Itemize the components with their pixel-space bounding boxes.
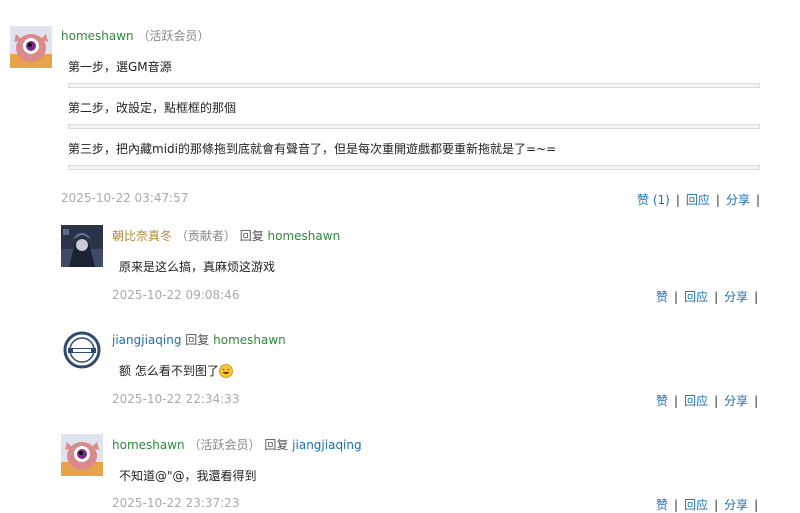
share-button[interactable]: 分享	[724, 290, 748, 304]
username-link[interactable]: jiangjiaqing	[112, 333, 181, 347]
reply-label: 回复	[264, 438, 289, 452]
avatar[interactable]	[10, 26, 52, 68]
like-label: 赞	[637, 193, 650, 207]
anime-character-avatar-icon	[61, 225, 103, 267]
image-placeholder	[68, 165, 760, 170]
username-link[interactable]: homeshawn	[61, 29, 134, 43]
comment-text-line: 第三步，把內藏midi的那條拖到底就會有聲音了，但是每次重開遊戲都要重新拖就是了…	[68, 142, 557, 156]
reply-to-username-link[interactable]: homeshawn	[268, 229, 341, 243]
pink-monster-avatar-icon	[10, 26, 52, 68]
comment-text-line: 第一步，選GM音源	[68, 60, 172, 74]
like-count: (1)	[652, 193, 670, 207]
like-button[interactable]: 赞	[656, 394, 668, 408]
reply-button[interactable]: 回应	[684, 290, 708, 304]
comment-text-content: 额 怎么看不到图了	[119, 364, 219, 378]
avatar[interactable]	[61, 329, 103, 371]
comment-text: 原来是这么搞，真麻烦这游戏	[119, 260, 276, 274]
username-link[interactable]: 朝比奈真冬	[112, 229, 172, 243]
pink-monster-avatar-icon	[61, 434, 103, 476]
comment-text: 不知道@"@，我還看得到	[119, 469, 257, 483]
reply-button[interactable]: 回应	[684, 394, 708, 408]
image-placeholder	[68, 83, 760, 88]
comment-text-line: 第二步，改設定，點框框的那個	[68, 101, 237, 115]
comment-date: 2025-10-22 09:08:46	[112, 288, 240, 302]
image-placeholder	[68, 124, 760, 129]
share-button[interactable]: 分享	[726, 193, 750, 207]
comment-date: 2025-10-22 22:34:33	[112, 392, 240, 406]
reply-to-username-link[interactable]: jiangjiaqing	[292, 438, 361, 452]
avatar[interactable]	[61, 225, 103, 267]
reply-label: 回复	[185, 333, 210, 347]
avatar[interactable]	[61, 434, 103, 476]
comment-actions: 赞 | 回应 | 分享 |	[656, 394, 759, 408]
like-button[interactable]: 赞	[656, 498, 668, 512]
user-role: （活跃会员）	[188, 438, 261, 452]
comment-header: homeshawn （活跃会员） 回复 jiangjiaqing	[112, 436, 362, 453]
comment-header: jiangjiaqing 回复 homeshawn	[112, 331, 286, 348]
reply-to-username-link[interactable]: homeshawn	[213, 333, 286, 347]
comment-date: 2025-10-22 03:47:57	[61, 191, 189, 205]
comment-actions: 赞 (1) | 回应 | 分享 |	[637, 193, 761, 207]
share-button[interactable]: 分享	[724, 498, 748, 512]
username-link[interactable]: homeshawn	[112, 438, 185, 452]
like-button[interactable]: 赞 (1)	[637, 193, 670, 207]
circular-logo-avatar-icon	[61, 329, 103, 371]
comment-header: 朝比奈真冬 （贡献者） 回复 homeshawn	[112, 227, 340, 244]
like-button[interactable]: 赞	[656, 290, 668, 304]
share-button[interactable]: 分享	[724, 394, 748, 408]
reply-button[interactable]: 回应	[684, 498, 708, 512]
reply-label: 回复	[239, 229, 264, 243]
comment-text: 额 怎么看不到图了	[119, 362, 233, 379]
reply-button[interactable]: 回应	[686, 193, 710, 207]
comment-actions: 赞 | 回应 | 分享 |	[656, 498, 759, 512]
comment-header: homeshawn （活跃会员）	[61, 27, 210, 44]
user-role: （活跃会员）	[137, 29, 210, 43]
comment-date: 2025-10-22 23:37:23	[112, 496, 240, 510]
user-role: （贡献者）	[175, 229, 236, 243]
comment-actions: 赞 | 回应 | 分享 |	[656, 290, 759, 304]
laughing-emoji-icon	[218, 364, 233, 378]
